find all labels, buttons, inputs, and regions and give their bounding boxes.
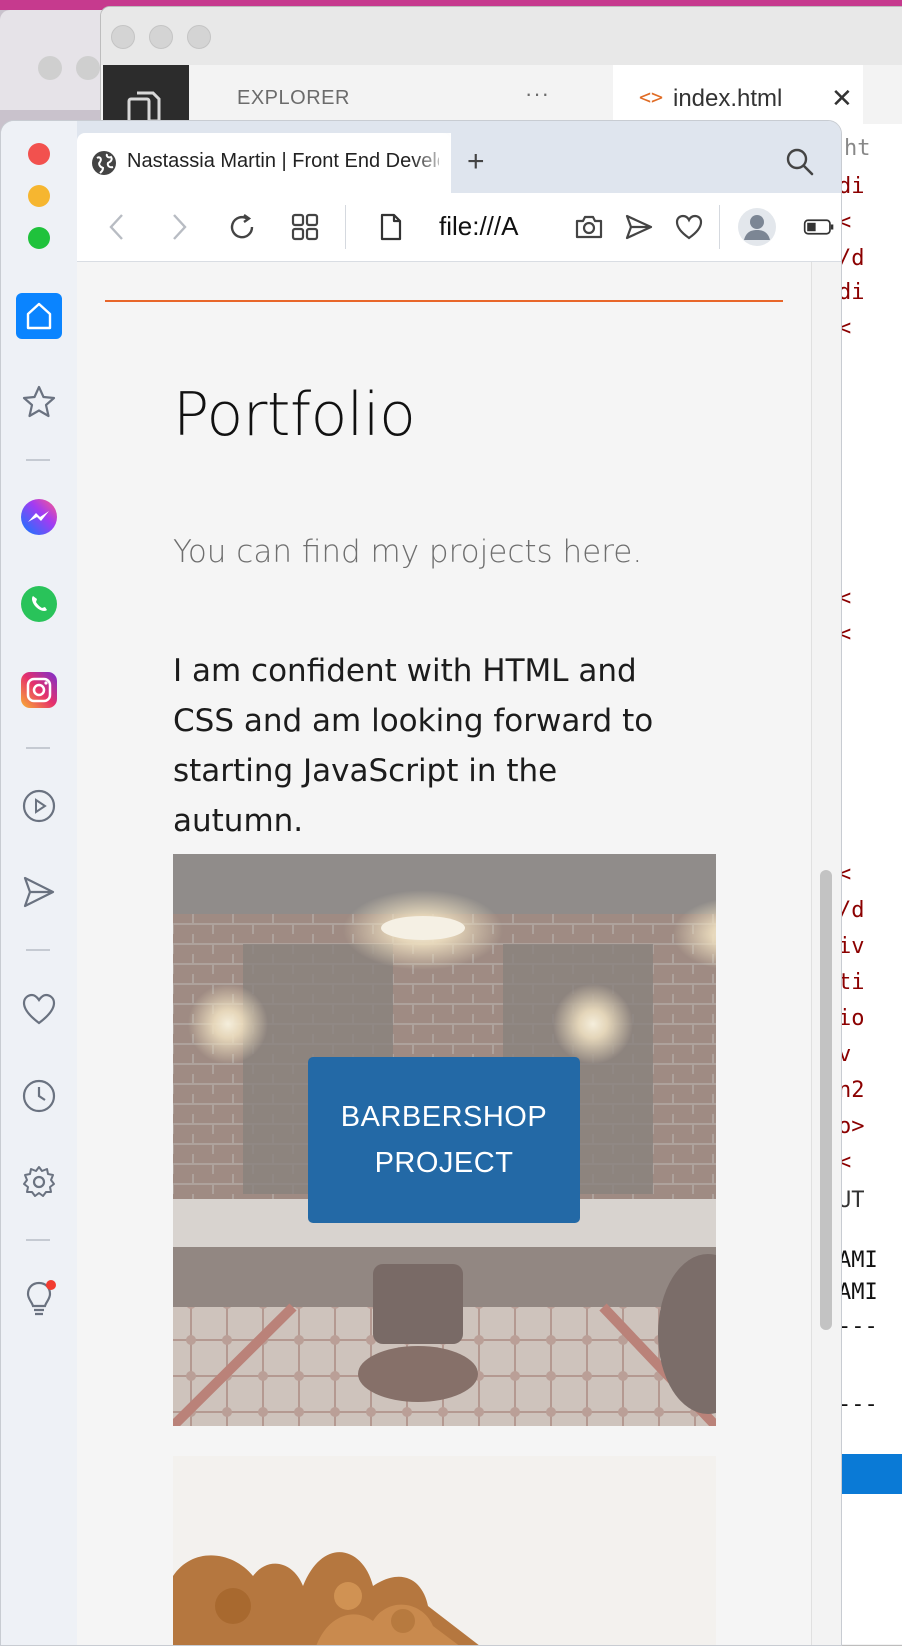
play-icon[interactable] — [16, 783, 62, 829]
vscode-titlebar — [101, 7, 902, 65]
section-divider — [105, 300, 783, 302]
window-control — [38, 56, 62, 80]
sidebar-divider — [26, 459, 50, 461]
status-strip — [838, 1454, 902, 1494]
close-tab-icon[interactable]: ✕ — [831, 83, 853, 114]
page-viewport[interactable]: Portfolio You can find my projects here.… — [77, 262, 811, 1645]
new-tab-button[interactable]: + — [467, 145, 485, 179]
intro-paragraph: I am confident with HTML and CSS and am … — [173, 653, 654, 839]
browser-sidebar — [1, 121, 77, 1645]
heart-icon[interactable] — [16, 987, 62, 1033]
scrollbar-thumb[interactable] — [820, 870, 832, 1330]
home-icon[interactable] — [16, 293, 62, 339]
project-button-line: BARBERSHOP — [340, 1101, 548, 1133]
heart-icon[interactable] — [673, 211, 705, 243]
back-icon[interactable] — [101, 211, 133, 243]
settings-icon[interactable] — [16, 1159, 62, 1205]
send-icon[interactable] — [16, 869, 62, 915]
browser-window: Nastassia Martin | Front End Developer +… — [0, 120, 842, 1646]
html-file-icon: <> — [639, 85, 664, 109]
barbershop-project-button[interactable]: BARBERSHOP PROJECT — [308, 1057, 580, 1223]
second-project-image[interactable] — [173, 1456, 716, 1645]
sidebar-divider — [26, 949, 50, 951]
camera-icon[interactable] — [573, 211, 605, 243]
search-icon[interactable] — [785, 147, 815, 177]
forward-icon[interactable] — [163, 211, 195, 243]
clock-icon[interactable] — [16, 1073, 62, 1119]
browser-toolbar: file:///A — [77, 193, 841, 262]
panel-line: AMI — [838, 1248, 878, 1273]
editor-tab-label: index.html — [673, 85, 783, 112]
messenger-icon[interactable] — [16, 495, 62, 541]
tab-title-fade — [411, 133, 451, 193]
browser-tab-bar: Nastassia Martin | Front End Developer + — [77, 121, 841, 193]
more-actions-button[interactable]: ··· — [525, 81, 550, 107]
toolbar-divider — [719, 205, 720, 249]
zoom-window-button[interactable] — [187, 25, 211, 49]
sidebar-divider — [26, 747, 50, 749]
tab-grid-icon[interactable] — [289, 211, 321, 243]
panel-line: AMI — [838, 1280, 878, 1305]
zoom-window-button[interactable] — [28, 227, 50, 249]
panel-line: --- — [838, 1314, 878, 1339]
close-window-button[interactable] — [28, 143, 50, 165]
browser-tab-active[interactable]: Nastassia Martin | Front End Developer — [77, 133, 451, 193]
toolbar-divider — [345, 205, 346, 249]
code-editor[interactable]: ht di < /d di < < < < /d iv ti io v n2 o… — [838, 124, 902, 1644]
close-window-button[interactable] — [111, 25, 135, 49]
profile-avatar[interactable] — [737, 207, 777, 247]
address-bar[interactable]: file:///A — [439, 211, 518, 242]
lightbulb-icon[interactable] — [16, 1275, 62, 1321]
star-icon[interactable] — [16, 379, 62, 425]
panel-line: --- — [838, 1392, 878, 1417]
vertical-scrollbar[interactable] — [811, 262, 841, 1645]
sidebar-divider — [26, 1239, 50, 1241]
send-icon[interactable] — [623, 211, 655, 243]
page-subtitle: You can find my projects here. — [173, 534, 643, 570]
battery-icon[interactable] — [803, 211, 835, 243]
instagram-icon[interactable] — [16, 667, 62, 713]
barbershop-project-image[interactable]: BARBERSHOP PROJECT — [173, 854, 716, 1426]
file-icon — [375, 211, 407, 243]
whatsapp-icon[interactable] — [16, 581, 62, 627]
project-button-line: PROJECT — [374, 1147, 514, 1179]
minimize-window-button[interactable] — [149, 25, 173, 49]
explorer-title: EXPLORER — [237, 87, 350, 109]
reload-icon[interactable] — [226, 211, 258, 243]
minimize-window-button[interactable] — [28, 185, 50, 207]
code-line: ht — [844, 136, 871, 161]
globe-icon — [92, 151, 116, 175]
window-control — [76, 56, 100, 80]
tab-title: Nastassia Martin | Front End Developer — [127, 150, 439, 172]
page-title: Portfolio — [173, 380, 416, 450]
autumn-tree-photo — [173, 1456, 716, 1645]
